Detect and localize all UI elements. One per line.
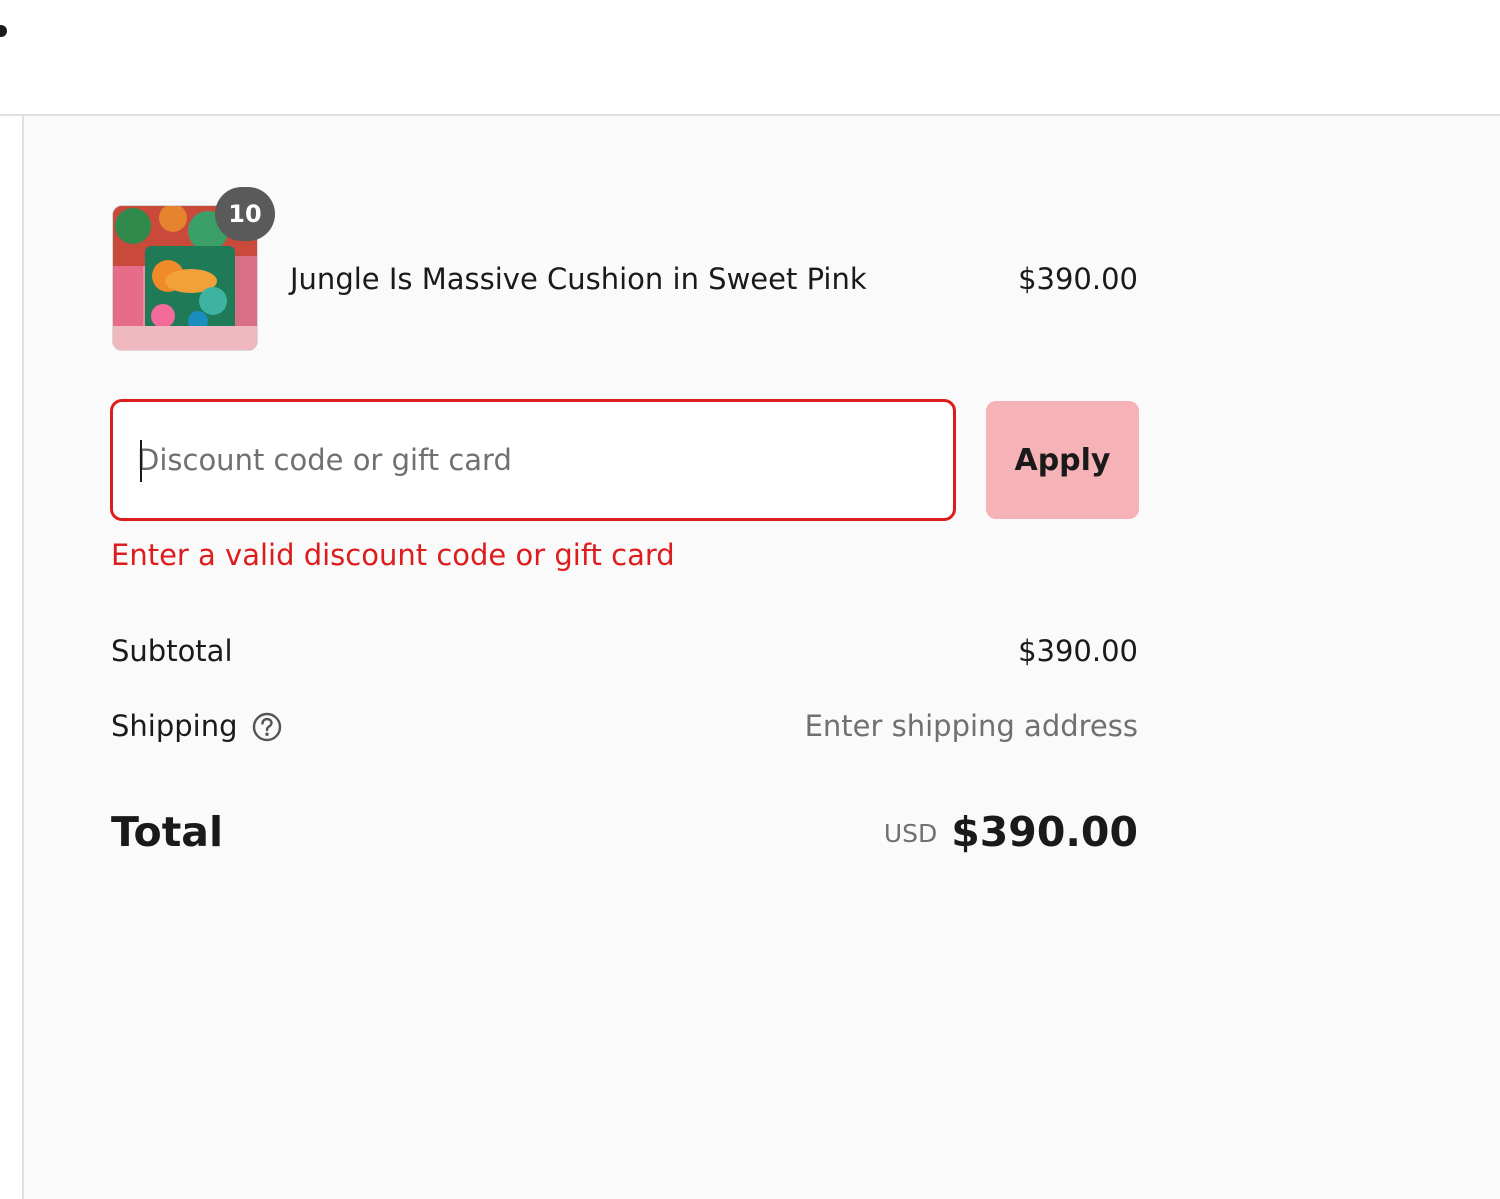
apply-discount-button[interactable]: Apply — [986, 401, 1139, 519]
header-fragment — [0, 25, 7, 37]
subtotal-value: $390.00 — [1018, 634, 1138, 668]
shipping-value: Enter shipping address — [804, 709, 1138, 743]
total-amount: $390.00 — [951, 808, 1138, 856]
total-label: Total — [111, 808, 224, 856]
product-price: $390.00 — [1018, 262, 1138, 296]
main-column-edge — [0, 116, 24, 1199]
subtotal-label: Subtotal — [111, 634, 233, 668]
currency-code: USD — [883, 819, 938, 848]
top-bar — [0, 0, 1500, 116]
total-price: USD $390.00 — [884, 808, 1138, 856]
quantity-badge: 10 — [215, 187, 275, 241]
shipping-label: Shipping — [111, 709, 238, 743]
question-circle-icon[interactable] — [251, 711, 283, 743]
discount-code-input[interactable] — [137, 402, 927, 518]
discount-field[interactable] — [110, 399, 956, 521]
product-name: Jungle Is Massive Cushion in Sweet Pink — [290, 262, 867, 296]
discount-error-message: Enter a valid discount code or gift card — [111, 538, 675, 572]
text-caret — [140, 440, 142, 482]
